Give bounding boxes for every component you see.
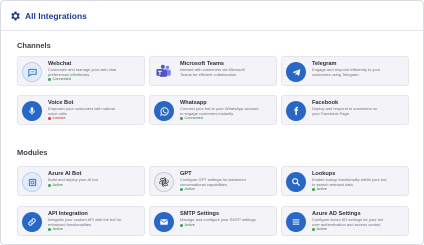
card-description: Teams for efficient collaboration.	[180, 72, 238, 77]
microphone-icon	[22, 101, 42, 121]
card-title: Lookups	[312, 171, 336, 177]
mail-icon	[154, 212, 174, 232]
gear-icon	[9, 10, 21, 22]
status-badge: Active	[312, 187, 387, 192]
card-microsoft-teams[interactable]: Microsoft Teams Interact with customers …	[149, 56, 277, 86]
card-telegram[interactable]: Telegram Engage and respond efficiently …	[281, 56, 409, 86]
card-gpt[interactable]: GPT Configure GPT settings for advanced …	[149, 166, 277, 196]
card-azure-ad-settings[interactable]: Azure AD Settings Configure Azure AD set…	[281, 206, 409, 236]
card-webchat[interactable]: Webchat Customize and manage your web ch…	[17, 56, 145, 86]
status-badge: Active	[180, 223, 257, 228]
telegram-icon	[286, 62, 306, 82]
section-title-modules: Modules	[17, 148, 48, 157]
teams-icon	[154, 62, 174, 82]
card-description: your Facebook Page.	[312, 111, 351, 116]
card-title: SMTP Settings	[180, 211, 220, 217]
card-title: Azure AI Bot	[48, 171, 82, 177]
card-title: Telegram	[312, 61, 337, 67]
whatsapp-icon	[154, 101, 174, 121]
status-badge: Active	[180, 187, 246, 192]
card-title: Whatsapp	[180, 100, 207, 106]
card-title: Webchat	[48, 61, 72, 67]
status-badge: Active	[312, 227, 383, 232]
integrations-panel: All Integrations Channels Webchat Custom…	[0, 0, 424, 245]
card-azure-ai-bot[interactable]: Azure AI Bot Build and deploy your AI bo…	[17, 166, 145, 196]
card-title: Azure AD Settings	[312, 211, 361, 217]
settings-list-icon	[286, 212, 306, 232]
status-badge: Connected	[48, 77, 116, 82]
card-title: Voice Bot	[48, 100, 74, 106]
card-title: API Integration	[48, 211, 88, 217]
page-header: All Integrations	[1, 1, 424, 31]
card-title: GPT	[180, 171, 192, 177]
bot-icon	[22, 172, 42, 192]
card-api-integration[interactable]: API Integration Integrate your custom AP…	[17, 206, 145, 236]
openai-icon	[154, 172, 174, 192]
card-voice-bot[interactable]: Voice Bot Empower your customers with na…	[17, 95, 145, 125]
card-title: Facebook	[312, 100, 339, 106]
status-badge: Inactive	[48, 116, 115, 121]
chat-icon	[22, 62, 42, 82]
page-title: All Integrations	[25, 10, 87, 21]
status-badge: Active	[48, 227, 121, 232]
card-whatsapp[interactable]: Whatsapp Connect your bot to your WhatsA…	[149, 95, 277, 125]
card-description: customers using Telegram.	[312, 72, 360, 77]
card-smtp-settings[interactable]: SMTP Settings Manage and configure your …	[149, 206, 277, 236]
card-title: Microsoft Teams	[180, 61, 225, 67]
facebook-icon	[286, 101, 306, 121]
status-badge: Active	[48, 183, 98, 188]
link-icon	[22, 212, 42, 232]
card-facebook[interactable]: Facebook Deploy and respond to customers…	[281, 95, 409, 125]
card-lookups[interactable]: Lookups Enable lookup functionality with…	[281, 166, 409, 196]
section-title-channels: Channels	[17, 41, 51, 50]
status-badge: Connected	[180, 116, 259, 121]
search-icon	[286, 172, 306, 192]
